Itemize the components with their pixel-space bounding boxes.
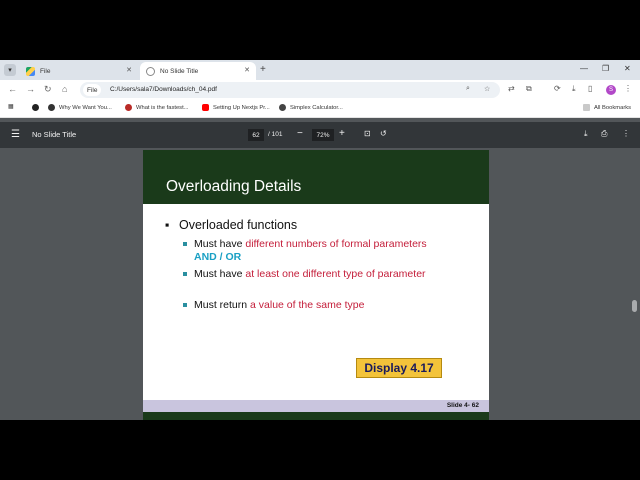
slide-bottom-band xyxy=(143,412,489,420)
slide-footer: Slide 4- 62 xyxy=(143,400,489,412)
tab-label: File xyxy=(40,67,51,75)
bookmark-item[interactable]: Setting Up Nextjs Pr... xyxy=(202,104,270,111)
sub-bullet-text: Must have xyxy=(194,238,246,250)
tab-strip: ▾ File ✕ No Slide Title ✕ + — ❐ ✕ xyxy=(0,60,640,80)
extensions-icon[interactable]: ⧉ xyxy=(526,84,532,94)
close-window-icon[interactable]: ✕ xyxy=(624,64,631,73)
bookmarks-bar: ▦ Why We Want You... What is the fastest… xyxy=(0,100,640,118)
bookmark-label: Why We Want You... xyxy=(59,104,112,111)
apps-icon[interactable]: ▦ xyxy=(8,104,13,110)
back-icon[interactable]: ← xyxy=(8,84,17,94)
sync-icon[interactable]: ⟳ xyxy=(554,84,561,93)
all-bookmarks[interactable]: All Bookmarks xyxy=(583,104,631,111)
bookmark-item[interactable]: Why We Want You... xyxy=(48,104,112,111)
url-text[interactable]: C:/Users/sala7/Downloads/ch_04.pdf xyxy=(110,86,217,93)
zoom-out-button[interactable]: − xyxy=(297,128,303,139)
bullet-square xyxy=(183,272,187,276)
forward-icon[interactable]: → xyxy=(26,84,35,94)
print-icon[interactable]: ⎙ xyxy=(601,129,607,139)
translate-icon[interactable]: ⇄ xyxy=(508,84,515,93)
page-number-input[interactable]: 62 xyxy=(248,129,264,141)
menu-icon[interactable]: ☰ xyxy=(11,129,20,140)
slide-number: Slide 4- 62 xyxy=(446,402,479,409)
more-icon[interactable]: ⋮ xyxy=(624,84,632,93)
display-label: Display 4.17 xyxy=(356,358,442,378)
address-bar: ← → ↻ ⌂ File C:/Users/sala7/Downloads/ch… xyxy=(0,80,640,100)
slide-header: Overloading Details xyxy=(143,150,489,204)
scrollbar[interactable] xyxy=(631,150,638,420)
all-bookmarks-label: All Bookmarks xyxy=(594,104,632,111)
bookmark-item[interactable]: Simplex Calculator... xyxy=(279,104,343,111)
main-bullet: Overloaded functions xyxy=(165,218,298,232)
scrollbar-thumb[interactable] xyxy=(632,300,637,312)
bookmark-item[interactable]: What is the fastest... xyxy=(125,104,189,111)
close-icon[interactable]: ✕ xyxy=(244,66,250,74)
star-icon[interactable]: ☆ xyxy=(484,85,490,93)
bullet-square xyxy=(183,303,187,307)
zoom-icon[interactable]: ⌕ xyxy=(466,85,470,93)
tab-file[interactable]: File ✕ xyxy=(20,62,138,80)
minimize-icon[interactable]: — xyxy=(580,64,588,73)
download-icon[interactable]: ⤓ xyxy=(572,84,576,94)
and-or-text: AND / OR xyxy=(194,251,242,263)
home-icon[interactable]: ⌂ xyxy=(62,84,67,94)
reload-icon[interactable]: ↻ xyxy=(44,84,52,95)
globe-icon xyxy=(146,66,155,76)
file-chip[interactable]: File xyxy=(83,84,102,96)
pdf-toolbar: ☰ No Slide Title 62 / 101 − 72% + ⊡ ↺ ⤓ … xyxy=(0,122,640,148)
download-icon[interactable]: ⤓ xyxy=(584,129,588,139)
main-bullet-text: Overloaded functions xyxy=(179,218,298,232)
sub-bullet-text: Must have xyxy=(194,268,246,280)
new-tab-button[interactable]: + xyxy=(260,64,266,75)
browser-window: ▾ File ✕ No Slide Title ✕ + — ❐ ✕ ← → ↻ … xyxy=(0,60,640,420)
pdf-page: Overloading Details Overloaded functions… xyxy=(143,150,489,420)
slide-title: Overloading Details xyxy=(166,178,302,195)
profile-avatar[interactable]: S xyxy=(606,85,616,95)
tab-label: No Slide Title xyxy=(160,67,199,75)
page-total: / 101 xyxy=(268,131,283,138)
rotate-icon[interactable]: ↺ xyxy=(380,129,387,138)
bookmark-label: What is the fastest... xyxy=(136,104,189,111)
pdf-title: No Slide Title xyxy=(32,130,77,139)
sub-bullet-highlight: at least one different type of parameter xyxy=(245,268,426,280)
bookmark-label: Simplex Calculator... xyxy=(290,104,343,111)
more-icon[interactable]: ⋮ xyxy=(622,129,630,138)
bullet-square xyxy=(183,242,187,246)
github-icon[interactable] xyxy=(32,104,43,111)
restore-icon[interactable]: ❐ xyxy=(602,64,609,73)
zoom-in-button[interactable]: + xyxy=(339,128,345,139)
tab-search-icon[interactable]: ▾ xyxy=(4,64,16,76)
file-chip-label: File xyxy=(87,86,98,94)
sub-bullet-text: Must return xyxy=(194,299,251,311)
drive-icon xyxy=(26,66,35,76)
zoom-input[interactable]: 72% xyxy=(312,129,334,141)
sub-bullet-highlight: different numbers of formal parameters xyxy=(245,238,427,250)
fit-page-icon[interactable]: ⊡ xyxy=(364,129,371,138)
close-icon[interactable]: ✕ xyxy=(126,66,132,74)
bookmark-label: Setting Up Nextjs Pr... xyxy=(213,104,270,111)
sidepanel-icon[interactable]: ▯ xyxy=(588,84,592,93)
sub-bullet-highlight: a value of the same type xyxy=(250,299,365,311)
omnibox[interactable]: File C:/Users/sala7/Downloads/ch_04.pdf … xyxy=(80,82,500,98)
tab-no-slide-title[interactable]: No Slide Title ✕ xyxy=(140,62,256,80)
